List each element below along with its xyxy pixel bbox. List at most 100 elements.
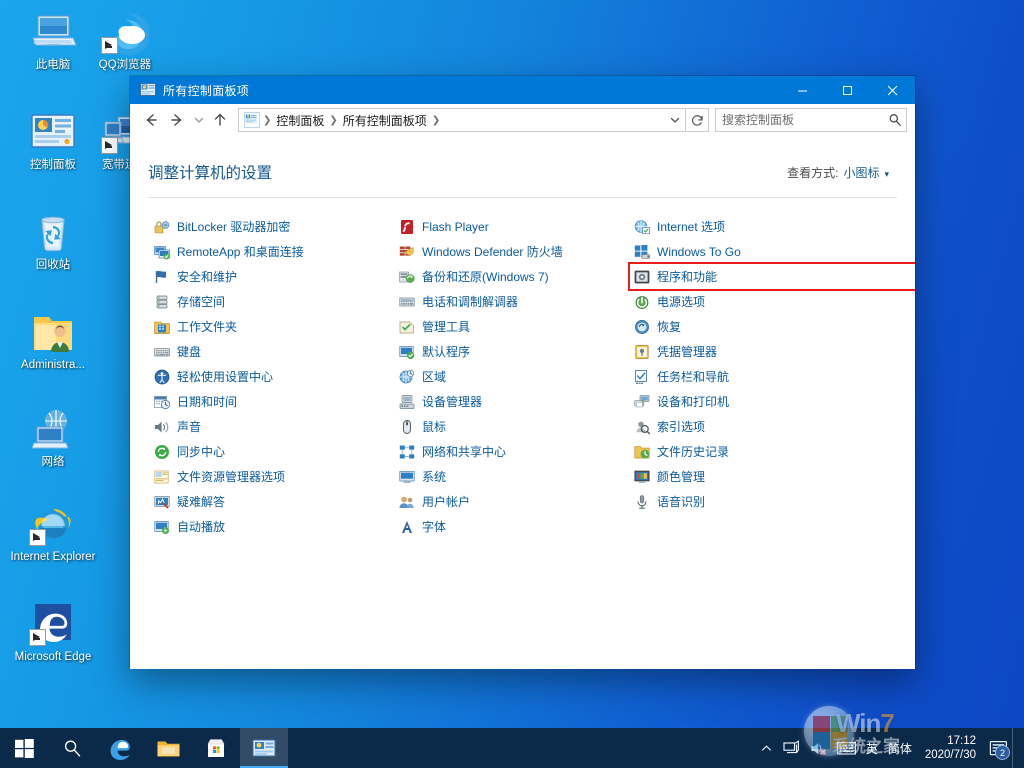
control-panel-item[interactable]: 设备和打印机 [630,389,915,414]
desktop-icon-recycle-bin[interactable]: 回收站 [10,208,96,272]
volume-muted-icon[interactable] [805,728,832,768]
control-panel-item[interactable]: 任务栏和导航 [630,364,915,389]
sync-center-icon [154,444,170,460]
control-panel-item-label: 同步中心 [177,445,226,459]
up-button[interactable] [207,107,233,133]
control-panel-item[interactable]: 鼠标 [395,414,630,439]
control-panel-item[interactable]: 自动播放 [150,514,395,539]
view-by-control[interactable]: 查看方式: 小图标 ▾ [787,164,889,181]
control-panel-item[interactable]: 索引选项 [630,414,915,439]
speech-recognition-icon [634,494,650,510]
control-panel-item[interactable]: 疑难解答 [150,489,395,514]
keyboard-icon[interactable] [832,728,861,768]
search-button[interactable] [48,728,96,768]
control-panel-item[interactable]: 用户帐户 [395,489,630,514]
control-panel-item[interactable]: 存储空间 [150,289,395,314]
control-panel-item-label: 管理工具 [422,320,471,334]
control-panel-item[interactable]: Windows Defender 防火墙 [395,239,630,264]
control-panel-item[interactable]: 语音识别 [630,489,915,514]
file-explorer-button[interactable] [144,728,192,768]
control-panel-item-label: 电源选项 [657,295,706,309]
breadcrumb-separator: ❯ [329,114,338,126]
control-panel-item[interactable]: BitLocker 驱动器加密 [150,214,395,239]
control-panel-item[interactable]: 文件历史记录 [630,439,915,464]
maximize-button[interactable] [825,76,870,104]
desktop-icon-label: Microsoft Edge [14,651,92,663]
control-panel-item[interactable]: 键盘 [150,339,395,364]
control-panel-item[interactable]: 电话和调制解调器 [395,289,630,314]
control-panel-item[interactable]: 程序和功能 [628,262,915,291]
control-panel-item[interactable]: 默认程序 [395,339,630,364]
desktop-icon-network[interactable]: 网络 [10,405,96,469]
control-panel-item[interactable]: 备份和还原(Windows 7) [395,264,630,289]
breadcrumb-item-all-items[interactable]: 所有控制面板项 [339,112,431,129]
edge-button[interactable] [96,728,144,768]
control-panel-item[interactable]: 凭据管理器 [630,339,915,364]
desktop-icon-label: 网络 [41,456,65,468]
control-panel-item-label: 电话和调制解调器 [422,295,519,309]
control-panel-item[interactable]: Internet 选项 [630,214,915,239]
control-panel-item[interactable]: 设备管理器 [395,389,630,414]
minimize-button[interactable] [780,76,825,104]
notification-count: 2 [995,745,1010,760]
close-button[interactable] [870,76,915,104]
show-desktop-button[interactable] [1012,728,1020,768]
control-panel-item[interactable]: 同步中心 [150,439,395,464]
control-panel-item[interactable]: 电源选项 [630,289,915,314]
chevron-down-icon[interactable]: ▾ [884,169,889,180]
desktop-icon-internet-explorer[interactable]: Internet Explorer [10,500,96,564]
control-panel-item[interactable]: 轻松使用设置中心 [150,364,395,389]
control-panel-item[interactable]: 工作文件夹 [150,314,395,339]
search-box[interactable] [715,108,907,132]
control-panel-item-label: 网络和共享中心 [422,445,507,459]
ease-of-access-icon [154,369,170,385]
desktop-icon-microsoft-edge[interactable]: Microsoft Edge [10,600,96,664]
start-button[interactable] [0,728,48,768]
control-panel-item[interactable]: 网络和共享中心 [395,439,630,464]
control-panel-item[interactable]: 字体 [395,514,630,539]
control-panel-item[interactable]: Windows To Go [630,239,915,264]
control-panel-item[interactable]: 系统 [395,464,630,489]
address-dropdown-button[interactable] [665,110,685,130]
control-panel-window: 所有控制面板项 ❯ 控制面板 ❯ 所有控制面板项 ❯ 搜索控制面板 调整计算机的… [130,76,915,669]
search-input[interactable] [716,113,884,127]
desktop-icon-label: Internet Explorer [10,551,96,563]
date-time-icon [154,394,170,410]
store-button[interactable] [192,728,240,768]
control-panel-item[interactable]: RemoteApp 和桌面连接 [150,239,395,264]
system-icon [399,469,415,485]
clock[interactable]: 17:12 2020/7/30 [917,728,984,768]
network-icon[interactable] [778,728,805,768]
storage-spaces-icon [154,294,170,310]
breadcrumb-item-control-panel[interactable]: 控制面板 [272,112,328,129]
network-icon [29,405,77,453]
control-panel-item[interactable]: 文件资源管理器选项 [150,464,395,489]
address-bar[interactable]: ❯ 控制面板 ❯ 所有控制面板项 ❯ [238,108,686,132]
back-button[interactable] [138,107,164,133]
work-folders-icon [154,319,170,335]
ime-mode-indicator[interactable]: 简体 [883,728,917,768]
control-panel-item[interactable]: 声音 [150,414,395,439]
search-icon[interactable] [884,113,906,127]
control-panel-item[interactable]: 颜色管理 [630,464,915,489]
ime-language-indicator[interactable]: 英 [861,728,883,768]
show-hidden-icons-icon[interactable] [755,728,778,768]
autoplay-icon [154,519,170,535]
control-panel-item[interactable]: 恢复 [630,314,915,339]
desktop-icon-qq-browser[interactable]: QQ浏览器 [82,8,168,72]
window-title-bar[interactable]: 所有控制面板项 [130,76,915,104]
desktop-icon-user-folder[interactable]: Administra... [10,308,96,372]
control-panel-item[interactable]: Flash Player [395,214,630,239]
control-panel-item[interactable]: 安全和维护 [150,264,395,289]
control-panel-taskbar-button[interactable] [240,728,288,768]
refresh-button[interactable] [686,108,709,132]
forward-button[interactable] [164,107,190,133]
internet-options-icon [634,219,650,235]
action-center-icon[interactable]: 2 [984,728,1012,768]
view-by-value[interactable]: 小图标 [843,164,879,181]
control-panel-item[interactable]: 日期和时间 [150,389,395,414]
control-panel-item[interactable]: 区域 [395,364,630,389]
control-panel-item[interactable]: 管理工具 [395,314,630,339]
breadcrumb-separator: ❯ [263,114,272,126]
recent-locations-button[interactable] [190,107,207,133]
